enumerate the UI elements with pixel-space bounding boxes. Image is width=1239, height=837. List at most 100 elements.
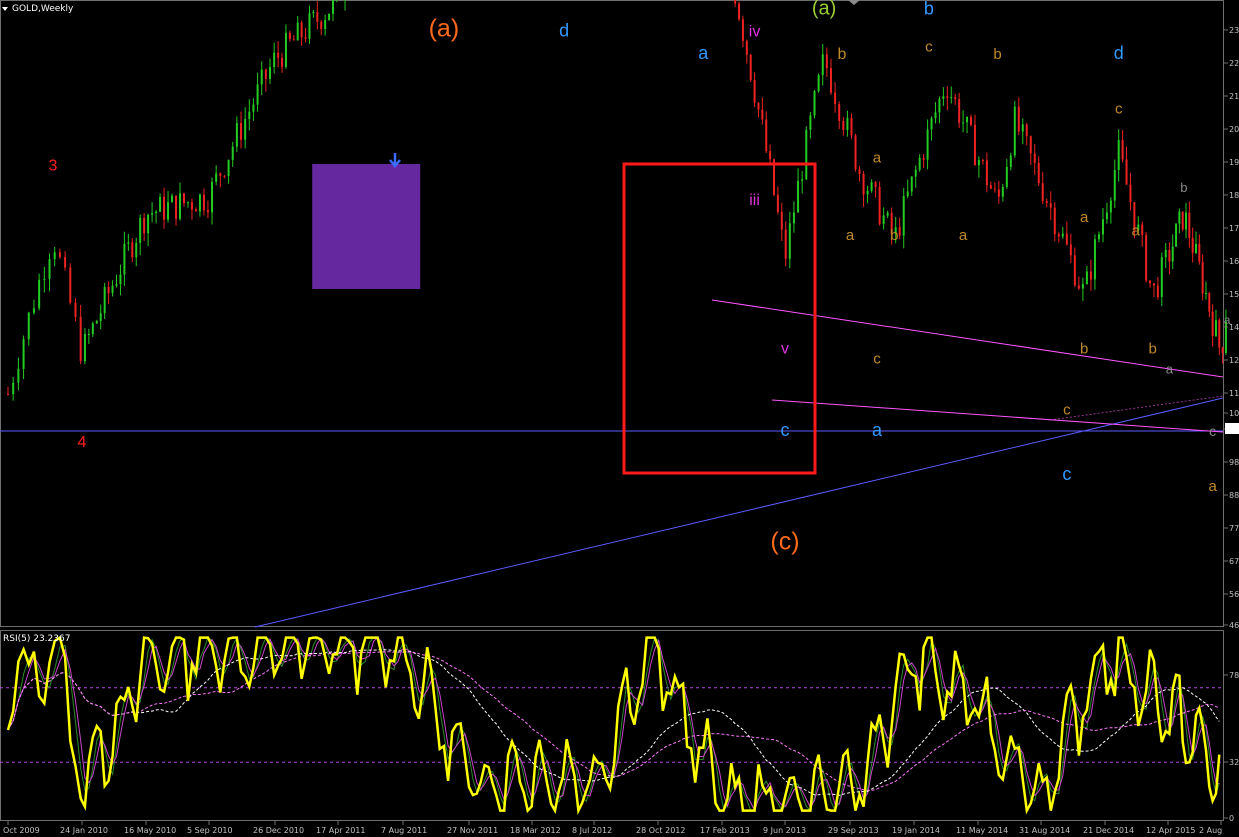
candle-body [79,316,82,362]
y-tick-label: 15 [1229,290,1239,299]
candle-body [231,146,234,160]
wave-label: a [1208,478,1217,495]
rsi-tick-label: 0 [1229,814,1234,823]
candle-body [906,191,909,197]
wave-label: b [924,0,934,19]
candle-body [1013,106,1016,156]
wave-label: a [872,420,883,440]
wave-label: c [925,38,933,55]
wave-label: b [890,227,898,244]
x-tick-label: 18 Mar 2012 [510,826,561,835]
candle-body [139,217,142,243]
channel-lower-line-2[interactable] [1049,395,1224,421]
x-tick-label: 7 Aug 2011 [381,826,427,835]
wave-label: iv [749,24,761,41]
y-tick-label: 19 [1229,158,1239,167]
candle-body [1045,201,1048,203]
y-tick-label: 77 [1229,524,1239,533]
candle-body [825,54,828,69]
channel-upper-line[interactable] [711,299,1224,378]
long-term-trendline[interactable] [254,397,1224,628]
candle-body [805,129,808,180]
candle-body [308,13,311,39]
candle-body [1001,186,1004,197]
wave-label: (a) [812,0,836,20]
candle-body [1125,159,1128,185]
x-tick-label: 26 Dec 2010 [253,826,304,835]
scroll-marker-icon[interactable] [848,0,860,5]
candle-body [1185,212,1188,230]
candle-body [135,242,138,258]
candle-body [320,21,323,29]
candle-body [1164,249,1167,258]
wave-label: d [559,21,569,41]
candle-body [942,96,945,99]
y-tick-label: 88 [1229,491,1239,500]
candle-body [776,194,779,212]
rsi-tick-label: 32 [1229,758,1239,767]
x-tick-label: 9 Jun 2013 [763,826,806,835]
candle-body [1121,140,1124,160]
chart-frame: {3}(5x)534(a)abcd(b)eiiiiviiibiiviaiviii… [0,0,1239,835]
y-tick-label: 20 [1229,125,1239,134]
candle-body [331,0,334,14]
candle-body [1149,280,1152,284]
highlight-box-purple [312,164,421,289]
candle-body [854,135,857,170]
candle-body [829,68,832,93]
y-tick-label: 21 [1229,92,1239,101]
candle-body [43,278,46,280]
candle-body [989,185,992,189]
candle-body [797,180,800,213]
candle-body [738,3,741,20]
candle-body [1109,200,1112,213]
x-tick-label: 8 Jul 2012 [572,826,612,835]
rsi-tick-label: 78 [1229,671,1239,680]
candle-body [1178,211,1181,224]
candle-body [1077,285,1080,289]
candle-body [985,160,988,186]
wave-label: c [1209,423,1216,439]
candle-body [240,123,243,140]
x-tick-label: Oct 2009 [3,826,40,835]
wave-label: c [781,420,790,440]
dropdown-arrow-icon[interactable] [2,7,8,11]
candle-body [821,54,824,76]
candle-body [58,252,61,257]
candle-body [918,157,921,170]
x-tick-label: 11 May 2014 [956,826,1008,835]
candle-body [898,227,901,236]
rsi-plot [0,635,1223,815]
candle-body [946,96,949,98]
candle-body [38,279,41,309]
candle-body [749,54,752,80]
candle-body [264,69,267,79]
candle-body [1218,320,1221,348]
candle-body [1037,162,1040,184]
wave-label: b [993,46,1001,63]
candle-body [7,393,9,395]
candle-body [934,112,937,119]
wave-label: b [1148,340,1156,357]
y-tick-label: 22 [1229,59,1239,68]
candle-body [801,179,804,181]
rsi-ma-slow-line [7,636,1220,812]
candle-body [269,67,272,79]
candle-body [211,181,214,213]
y-tick-label: 56 [1229,590,1239,599]
candle-body [1065,233,1068,245]
channel-lower-line[interactable] [771,399,1224,433]
candle-body [862,173,865,195]
candle-body [12,382,15,395]
candle-body [281,57,284,67]
y-tick-label: 67 [1229,557,1239,566]
candle-body [91,323,94,335]
candle-body [175,195,178,219]
candle-body [834,92,837,105]
candle-body [1097,234,1100,240]
y-tick-label: 18 [1229,191,1239,200]
candle-body [874,182,877,187]
candle-body [1053,207,1056,235]
candle-body [870,182,873,191]
candle-body [1101,219,1104,235]
